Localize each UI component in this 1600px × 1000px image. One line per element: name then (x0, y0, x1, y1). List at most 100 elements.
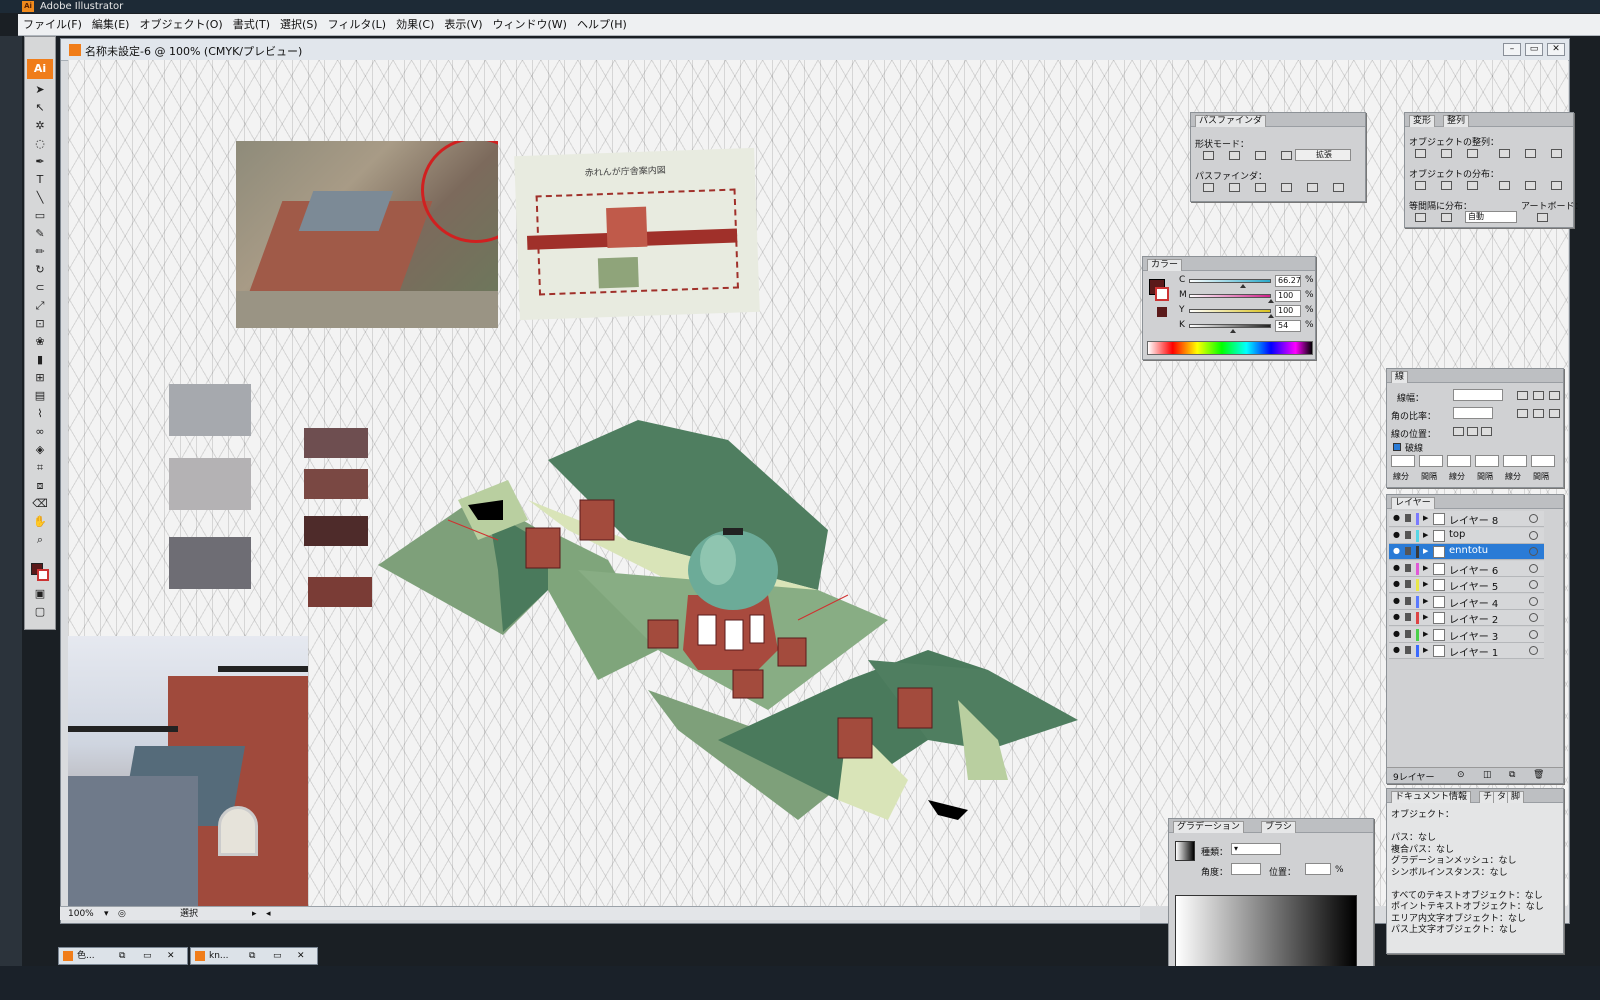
dash-field[interactable] (1475, 455, 1499, 467)
menu-item-8[interactable]: ウィンドウ(W) (487, 14, 571, 36)
live-paint-tool-icon[interactable]: ◈ (30, 443, 50, 457)
make-clipping-mask-icon[interactable]: ◫ (1483, 770, 1492, 780)
menu-item-6[interactable]: 効果(C) (391, 14, 439, 36)
gray-swatch-2[interactable] (169, 458, 251, 510)
tab-pathfinder[interactable]: パスファインダ (1195, 115, 1267, 127)
delete-layer-icon[interactable]: 🗑 (1533, 770, 1544, 780)
crop-icon[interactable] (1281, 183, 1292, 192)
slider-knob-icon[interactable] (1268, 314, 1274, 318)
layer-row[interactable]: ● ▶ レイヤー 1 (1389, 643, 1544, 659)
align-right-icon[interactable] (1467, 149, 1478, 158)
restore-icon[interactable]: ⧉ (119, 948, 125, 964)
restore-icon[interactable]: ⧉ (249, 948, 255, 964)
lock-icon[interactable] (1405, 613, 1411, 621)
spacing-horizontal-icon[interactable] (1441, 213, 1452, 222)
paintbrush-tool-icon[interactable]: ✎ (30, 227, 50, 241)
color-channel-value[interactable]: 100 (1275, 290, 1301, 302)
lasso-tool-icon[interactable]: ◌ (30, 137, 50, 151)
layer-row[interactable]: ● ▶ top (1389, 527, 1544, 544)
slice-tool-icon[interactable]: ⧈ (30, 479, 50, 493)
color-channel-value[interactable]: 100 (1275, 305, 1301, 317)
expand-triangle-icon[interactable]: ▶ (1423, 514, 1428, 522)
crop-tool-icon[interactable]: ⌗ (30, 461, 50, 475)
target-circle-icon[interactable] (1529, 547, 1538, 556)
gray-swatch-1[interactable] (169, 384, 251, 436)
layer-row[interactable]: ● ▶ enntotu (1389, 544, 1544, 560)
spacing-value-field[interactable]: 自動 (1465, 211, 1517, 223)
expand-triangle-icon[interactable]: ▶ (1423, 613, 1428, 621)
free-transform-tool-icon[interactable]: ⊡ (30, 317, 50, 331)
divide-icon[interactable] (1203, 183, 1214, 192)
menu-item-4[interactable]: 選択(S) (275, 14, 323, 36)
gradient-preview-swatch[interactable] (1175, 841, 1195, 861)
layer-row[interactable]: ● ▶ レイヤー 6 (1389, 560, 1544, 577)
exclude-icon[interactable] (1281, 151, 1292, 160)
aerial-photo[interactable] (236, 141, 498, 328)
tab-stroke[interactable]: 線 (1391, 371, 1409, 383)
color-stroke-swatch[interactable] (1155, 287, 1169, 301)
slider-knob-icon[interactable] (1240, 284, 1247, 288)
taskbar-item-color[interactable]: 色... ⧉ ▭ ✕ (58, 947, 188, 965)
slider-knob-icon[interactable] (1268, 299, 1274, 303)
stroke-swatch[interactable] (37, 569, 49, 581)
lock-icon[interactable] (1405, 563, 1411, 572)
color-spectrum-bar[interactable] (1147, 341, 1313, 355)
minus-front-icon[interactable] (1229, 151, 1240, 160)
distribute-top-icon[interactable] (1415, 181, 1426, 190)
dash-field[interactable] (1531, 455, 1555, 467)
menu-item-7[interactable]: 表示(V) (439, 14, 487, 36)
gradient-angle-field[interactable] (1231, 863, 1261, 875)
symbol-sprayer-tool-icon[interactable]: ❀ (30, 335, 50, 349)
layer-row[interactable]: ● ▶ レイヤー 4 (1389, 593, 1544, 610)
color-mode-icon[interactable]: ▣ (30, 587, 50, 601)
document-tab[interactable]: 名称未設定-6 @ 100% (CMYK/プレビュー) – ▭ ✕ (61, 39, 1569, 61)
eraser-tool-icon[interactable]: ⌫ (30, 497, 50, 511)
maximize-icon[interactable]: ▭ (143, 948, 152, 964)
screen-mode-icon[interactable]: ▢ (30, 605, 50, 619)
rectangle-tool-icon[interactable]: ▭ (30, 209, 50, 223)
align-left-icon[interactable] (1415, 149, 1426, 158)
align-top-icon[interactable] (1499, 149, 1510, 158)
tab-document-info[interactable]: ドキュメント情報 (1391, 791, 1472, 803)
lock-icon[interactable] (1405, 596, 1411, 605)
distribute-right-icon[interactable] (1551, 181, 1562, 190)
lock-icon[interactable] (1405, 530, 1411, 539)
dash-field[interactable] (1391, 455, 1415, 467)
color-channel-slider[interactable] (1189, 279, 1271, 283)
visibility-eye-icon[interactable]: ● (1393, 645, 1400, 654)
layer-row[interactable]: ● ▶ レイヤー 3 (1389, 626, 1544, 643)
align-hcenter-icon[interactable] (1441, 149, 1452, 158)
tab-align[interactable]: 整列 (1443, 115, 1470, 127)
cap-round-icon[interactable] (1533, 391, 1544, 400)
join-round-icon[interactable] (1533, 409, 1544, 418)
menu-item-1[interactable]: 編集(E) (87, 14, 135, 36)
color-channel-value[interactable]: 54 (1275, 320, 1301, 332)
expand-triangle-icon[interactable]: ▶ (1423, 630, 1428, 638)
spacing-vertical-icon[interactable] (1415, 213, 1426, 222)
target-circle-icon[interactable] (1529, 563, 1538, 573)
cap-square-icon[interactable] (1549, 391, 1560, 400)
zoom-tool-icon[interactable]: ⌕ (30, 533, 50, 547)
scroll-left-icon[interactable]: ◂ (266, 907, 271, 921)
gradient-position-field[interactable] (1305, 863, 1331, 875)
hand-tool-icon[interactable]: ✋ (30, 515, 50, 529)
menu-item-9[interactable]: ヘルプ(H) (572, 14, 632, 36)
new-sublayer-icon[interactable]: ⧉ (1509, 770, 1515, 780)
dashed-checkbox[interactable] (1393, 443, 1401, 451)
align-inside-icon[interactable] (1467, 427, 1478, 436)
lock-icon[interactable] (1405, 547, 1411, 555)
brown-swatch-3[interactable] (304, 516, 368, 546)
menu-item-5[interactable]: フィルタ(L) (323, 14, 392, 36)
color-channel-value[interactable]: 66.27 (1275, 275, 1301, 287)
rotate-tool-icon[interactable]: ↻ (30, 263, 50, 277)
visibility-eye-icon[interactable]: ● (1393, 579, 1400, 588)
target-circle-icon[interactable] (1529, 530, 1538, 540)
mesh-tool-icon[interactable]: ⊞ (30, 371, 50, 385)
align-vcenter-icon[interactable] (1525, 149, 1536, 158)
graph-tool-icon[interactable]: ▮ (30, 353, 50, 367)
visibility-eye-icon[interactable]: ● (1393, 612, 1400, 621)
distribute-hcenter-icon[interactable] (1525, 181, 1536, 190)
tab-color[interactable]: カラー (1147, 259, 1183, 271)
menu-item-0[interactable]: ファイル(F) (18, 14, 87, 36)
tab-brush[interactable]: ブラシ (1261, 821, 1296, 833)
